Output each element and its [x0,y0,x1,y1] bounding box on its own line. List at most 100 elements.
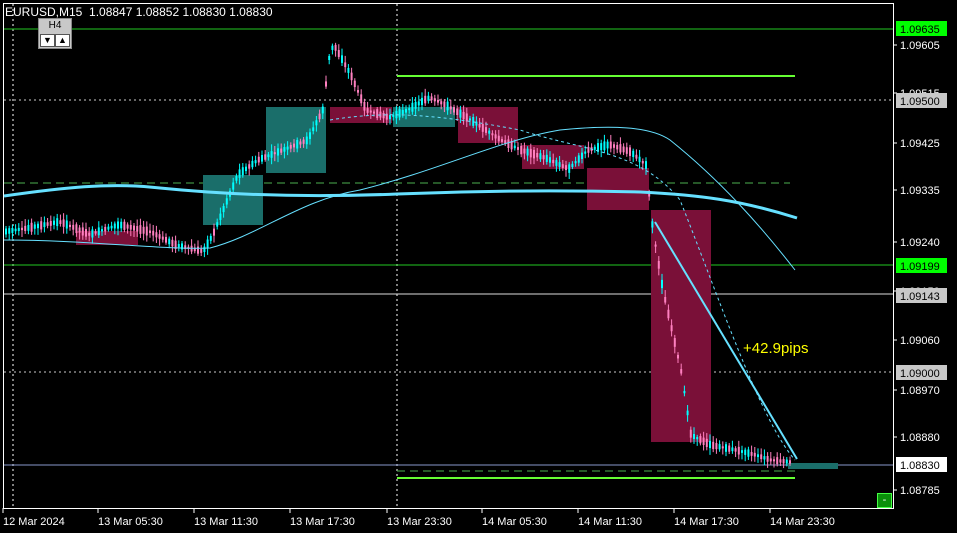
candle-body [91,229,94,238]
pips-annotation: +42.9pips [743,340,808,357]
candle-body [699,436,702,444]
candle-body [40,221,43,230]
candle-body [181,243,183,250]
price-level-label: 1.09635 [900,24,940,36]
candle-body [488,130,491,134]
timeframe-up-button[interactable]: ▲ [55,34,70,47]
candle-body [389,115,391,120]
candle-body [14,228,17,232]
candle-body [273,152,276,155]
candle-body [53,220,55,225]
candle-body [705,438,708,447]
time-tick-label: 14 Mar 17:30 [674,516,739,528]
candle-body [241,167,244,176]
time-tick-label: 14 Mar 23:30 [770,516,835,528]
candle-body [542,155,545,160]
chart-minimize-button[interactable]: - [877,493,892,508]
candle-body [62,219,65,227]
candle-body [401,109,404,115]
candle-body [405,108,407,113]
candle-body [571,163,574,168]
candle-body [616,144,619,150]
candle-body [277,148,279,156]
candle-body [369,110,372,113]
price-tick-label: 1.09240 [900,237,940,249]
candle-body [69,224,71,227]
candle-body [190,245,193,252]
candle-body [254,160,257,164]
candle-body [171,239,174,247]
candle-body [341,55,343,63]
price-level-label: 1.09143 [900,291,940,303]
candle-body [433,98,436,102]
candle-body [494,134,497,139]
candle-body [670,325,673,332]
candle-body [600,143,603,151]
candle-body [315,120,318,126]
candle-body [78,227,81,233]
candle-body [536,152,539,158]
candle-body [5,228,7,235]
candle-body [17,227,20,231]
candle-body [286,146,289,150]
candle-body [584,151,587,154]
candle-body [491,133,494,136]
candle-body [763,456,766,460]
candle-body [357,90,359,93]
candle-body [37,223,39,229]
candle-body [219,213,222,220]
time-tick-label: 13 Mar 11:30 [194,516,258,528]
candle-body [741,450,743,453]
candle-body [507,139,510,149]
candle-body [88,232,91,236]
price-tick-label: 1.09060 [900,335,940,347]
timeframe-down-button[interactable]: ▼ [40,34,55,47]
candle-body [270,151,273,158]
candle-body [123,221,126,230]
candle-body [673,338,676,347]
timeframe-label: H4 [48,20,62,31]
candle-body [683,390,686,394]
candle-body [587,146,590,153]
candle-body [238,169,241,178]
candle-body [337,50,340,57]
candle-body [651,221,654,228]
ohlc-values: 1.08847 1.08852 1.08830 1.08830 [89,5,273,19]
candle-body [635,154,638,159]
candle-body [264,154,267,160]
candle-body [257,156,260,163]
candle-body [376,109,379,119]
candle-body [782,459,785,464]
candle-body [200,248,203,253]
price-chart[interactable]: +42.9pips 1.096051.095151.094251.093351.… [0,0,957,533]
candle-body [680,369,683,374]
candle-body [520,145,523,155]
candle-body [139,225,142,234]
candle-body [430,96,433,101]
chart-canvas[interactable]: +42.9pips 1.096051.095151.094251.093351.… [0,0,957,533]
candle-body [197,246,199,254]
price-tick-label: 1.09605 [900,40,940,52]
candle-body [776,457,779,465]
time-tick-label: 14 Mar 05:30 [482,516,547,528]
price-tick-label: 1.09425 [900,138,940,150]
order-block [788,463,838,469]
candle-body [526,148,529,156]
candle-body [593,146,596,150]
candle-body [421,97,423,106]
candle-body [661,279,663,289]
candle-body [280,148,283,153]
candle-body [113,223,116,229]
candle-body [449,106,452,110]
candle-body [206,239,209,249]
candle-body [328,56,331,60]
candle-body [747,449,750,457]
candle-body [517,147,519,150]
candle-body [478,123,481,128]
price-tick-label: 1.08785 [900,485,940,497]
candle-body [731,447,734,452]
candle-body [11,228,14,233]
candle-body [133,225,135,231]
candle-body [126,224,129,229]
candle-body [667,309,670,319]
